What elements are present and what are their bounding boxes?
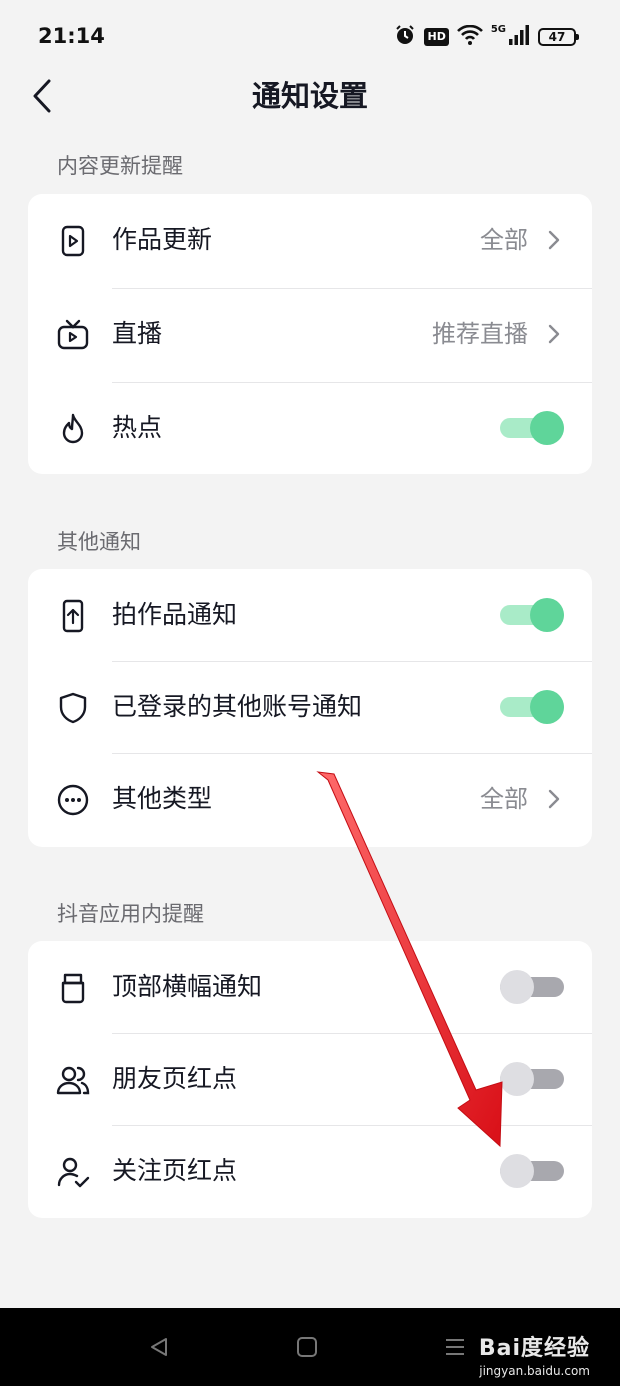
setting-value: 推荐直播 (432, 320, 528, 348)
setting-label: 直播 (112, 319, 163, 348)
nav-menu-icon[interactable] (444, 1336, 466, 1358)
setting-label: 已登录的其他账号通知 (112, 692, 363, 721)
status-icons: HD 5G 47 (394, 22, 579, 52)
toggle-knob (500, 1062, 534, 1096)
network-label: 5G (490, 23, 506, 35)
banner-icon (61, 973, 85, 1004)
signal-icon (508, 25, 530, 49)
toggle-knob (530, 690, 564, 724)
toggle-knob (500, 970, 534, 1004)
setting-row-friends-red-dot: 朋友页红点 (28, 1033, 592, 1125)
setting-label: 关注页红点 (112, 1156, 238, 1185)
chevron-right-icon (548, 230, 560, 250)
setting-row-live[interactable]: 直播 推荐直播 (28, 288, 592, 380)
setting-row-other-accounts: 已登录的其他账号通知 (28, 661, 592, 753)
status-time: 21:14 (38, 24, 105, 48)
setting-label: 作品更新 (112, 225, 213, 254)
nav-home-icon[interactable] (296, 1336, 318, 1358)
section-title-content-updates: 内容更新提醒 (57, 154, 183, 178)
live-tv-icon (57, 319, 89, 350)
setting-label: 热点 (112, 413, 163, 442)
system-nav-bar: Bai度经验 jingyan.baidu.com (0, 1308, 620, 1386)
row-divider (112, 382, 592, 383)
setting-value: 全部 (480, 226, 528, 254)
setting-label: 朋友页红点 (112, 1064, 238, 1093)
hd-badge: HD (424, 28, 449, 46)
shoot-notification-toggle[interactable] (500, 598, 564, 632)
user-check-icon (57, 1157, 90, 1188)
more-circle-icon (57, 784, 89, 816)
setting-row-works-update[interactable]: 作品更新 全部 (28, 194, 592, 286)
wifi-icon (456, 24, 483, 49)
follow-red-dot-toggle[interactable] (500, 1154, 564, 1188)
setting-row-other-types[interactable]: 其他类型 全部 (28, 753, 592, 845)
setting-row-shoot-notification: 拍作品通知 (28, 569, 592, 661)
settings-card-other-notifications: 拍作品通知 已登录的其他账号通知 其他类型 全部 (28, 569, 592, 847)
nav-header: 通知设置 (0, 76, 620, 116)
chevron-right-icon (548, 324, 560, 344)
setting-row-top-banner: 顶部横幅通知 (28, 941, 592, 1033)
baidu-jingyan-watermark: Bai度经验 jingyan.baidu.com (479, 1330, 590, 1378)
flame-icon (62, 413, 84, 444)
top-banner-toggle[interactable] (500, 970, 564, 1004)
setting-row-hotspot: 热点 (28, 382, 592, 474)
setting-row-follow-red-dot: 关注页红点 (28, 1125, 592, 1217)
status-bar: 21:14 HD 5G 47 (0, 0, 620, 76)
setting-value: 全部 (480, 785, 528, 813)
section-title-other-notifications: 其他通知 (57, 530, 141, 554)
friends-red-dot-toggle[interactable] (500, 1062, 564, 1096)
setting-label: 其他类型 (112, 784, 213, 813)
shield-icon (59, 692, 87, 724)
friends-icon (56, 1066, 90, 1095)
toggle-knob (530, 411, 564, 445)
settings-card-content-updates: 作品更新 全部 直播 推荐直播 热点 (28, 194, 592, 474)
nav-back-icon[interactable] (148, 1336, 170, 1358)
battery-indicator: 47 (538, 28, 579, 46)
phone-upload-icon (62, 599, 84, 633)
alarm-icon (394, 24, 416, 50)
other-accounts-toggle[interactable] (500, 690, 564, 724)
toggle-knob (500, 1154, 534, 1188)
page-title: 通知设置 (251, 79, 368, 113)
video-play-icon (61, 225, 85, 257)
setting-label: 拍作品通知 (112, 600, 238, 629)
chevron-right-icon (548, 789, 560, 809)
watermark-logo: Bai度经验 (478, 1336, 590, 1361)
settings-card-in-app-reminders: 顶部横幅通知 朋友页红点 关注页红点 (28, 941, 592, 1218)
setting-label: 顶部横幅通知 (112, 972, 263, 1001)
hotspot-toggle[interactable] (500, 411, 564, 445)
section-title-in-app-reminders: 抖音应用内提醒 (57, 902, 204, 926)
watermark-url: jingyan.baidu.com (479, 1364, 590, 1378)
toggle-knob (530, 598, 564, 632)
